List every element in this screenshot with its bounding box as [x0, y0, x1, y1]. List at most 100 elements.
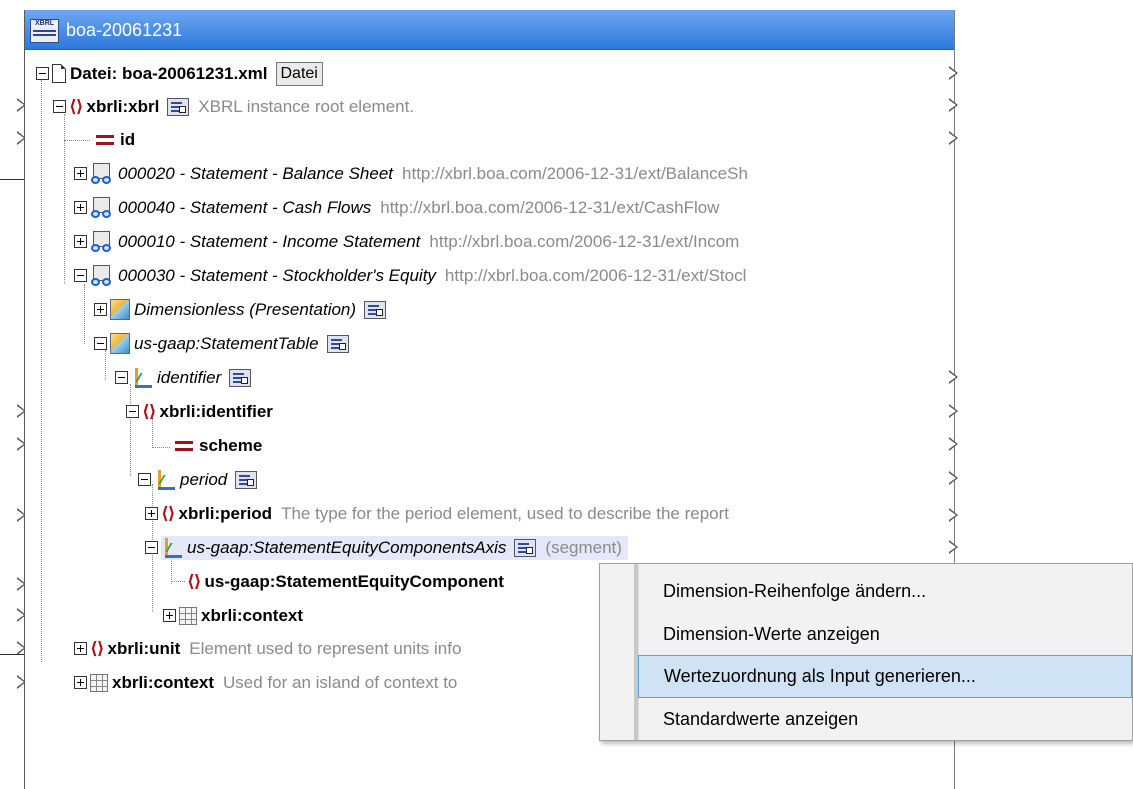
statement-url: http://xbrl.boa.com/2006-12-31/ext/Incom [429, 231, 740, 251]
output-connector[interactable] [949, 437, 958, 451]
axis-suffix: (segment) [545, 537, 622, 557]
output-connector[interactable] [949, 131, 958, 145]
properties-button[interactable] [229, 368, 252, 387]
element-icon: ⟨⟩ [161, 503, 176, 523]
output-connector[interactable] [949, 98, 958, 112]
statement-icon [90, 196, 114, 219]
tree-row-context-outer[interactable]: xbrli:context Used for an island of cont… [74, 666, 457, 699]
tree-guide [64, 140, 90, 141]
hypercube-label: Dimensionless (Presentation) [134, 299, 357, 319]
expand-toggle[interactable] [74, 167, 87, 180]
title-bar[interactable]: XBRL boa-20061231 [25, 10, 954, 50]
tree-guide [171, 581, 185, 582]
statement-url: http://xbrl.boa.com/2006-12-31/ext/Stocl [444, 265, 747, 285]
tree-row-statement[interactable]: 000010 - Statement - Income Statement ht… [74, 225, 739, 258]
expand-toggle[interactable] [74, 642, 87, 655]
statement-icon [90, 264, 114, 287]
tree-row-root[interactable]: Datei: boa-20061231.xml Datei [36, 57, 323, 90]
table-icon [90, 673, 108, 692]
hypercube-label: us-gaap:StatementTable [134, 333, 319, 353]
statement-label: 000030 - Statement - Stockholder's Equit… [118, 265, 436, 285]
axis-label: identifier [157, 367, 222, 387]
expand-toggle[interactable] [163, 609, 176, 622]
axis-icon [154, 469, 176, 491]
attribute-icon [175, 440, 193, 451]
statement-icon [90, 162, 114, 185]
hypercube-icon [110, 299, 130, 320]
element-label: xbrli:period [178, 503, 273, 523]
tree-row-dimensionless[interactable]: Dimensionless (Presentation) [94, 293, 387, 326]
output-connector[interactable] [949, 508, 958, 522]
selected-node[interactable]: us-gaap:StatementEquityComponentsAxis (s… [161, 535, 628, 560]
hypercube-icon [110, 333, 130, 354]
tree-row-equity-component[interactable]: ⟨⟩ us-gaap:StatementEquityComponent [187, 565, 504, 598]
xbrl-icon: XBRL [30, 19, 59, 43]
menu-item-change-dimension-order[interactable]: Dimension-Reihenfolge ändern... [638, 570, 1132, 613]
tree-guide [84, 284, 85, 344]
output-connector[interactable] [949, 540, 958, 554]
output-connector[interactable] [949, 370, 958, 384]
axis-icon [161, 537, 183, 559]
tree-row-period[interactable]: period [138, 463, 258, 496]
tree-row-context-inner[interactable]: xbrli:context [163, 599, 303, 632]
tree-row-xbrli-period[interactable]: ⟨⟩ xbrli:period The type for the period … [145, 497, 729, 530]
properties-button[interactable] [514, 538, 537, 557]
tree-row-scheme[interactable]: scheme [175, 429, 262, 462]
collapse-toggle[interactable] [126, 405, 139, 418]
output-connector[interactable] [949, 404, 958, 418]
output-connector[interactable] [949, 66, 958, 80]
menu-gutter [600, 564, 639, 740]
tree-row-xbrl[interactable]: ⟨⟩ xbrli:xbrl XBRL instance root element… [53, 90, 414, 123]
tree-row-axis-selected[interactable]: us-gaap:StatementEquityComponentsAxis (s… [145, 531, 628, 564]
table-icon [179, 606, 197, 625]
statement-label: 000020 - Statement - Balance Sheet [118, 163, 394, 183]
tree-row-statement[interactable]: 000040 - Statement - Cash Flows http://x… [74, 191, 719, 224]
file-icon [52, 64, 66, 83]
menu-item-generate-value-map[interactable]: Wertezuordnung als Input generieren... [638, 655, 1132, 698]
expand-toggle[interactable] [94, 303, 107, 316]
statement-icon [90, 230, 114, 253]
expand-toggle[interactable] [145, 507, 158, 520]
element-label: xbrli:context [201, 605, 304, 625]
collapse-toggle[interactable] [115, 371, 128, 384]
element-icon: ⟨⟩ [187, 571, 202, 591]
element-comment: XBRL instance root element. [198, 96, 415, 116]
mapping-line [0, 179, 24, 180]
element-label: xbrli:xbrl [86, 96, 160, 116]
tree-row-id[interactable]: id [96, 123, 135, 156]
collapse-toggle[interactable] [145, 541, 158, 554]
context-menu: Dimension-Reihenfolge ändern... Dimensio… [599, 563, 1133, 741]
tree-row-statement-table[interactable]: us-gaap:StatementTable [94, 327, 349, 360]
tree-row-statement[interactable]: 000020 - Statement - Balance Sheet http:… [74, 157, 748, 190]
tree-row-xbrli-identifier[interactable]: ⟨⟩ xbrli:identifier [126, 395, 273, 428]
menu-item-show-default-values[interactable]: Standardwerte anzeigen [638, 698, 1132, 741]
properties-button[interactable] [326, 334, 349, 353]
axis-icon [131, 367, 153, 389]
output-connector[interactable] [949, 471, 958, 485]
tree-guide [41, 80, 42, 662]
tree-row-identifier[interactable]: identifier [115, 361, 252, 394]
element-label: xbrli:context [112, 672, 215, 692]
expand-toggle[interactable] [74, 676, 87, 689]
collapse-toggle[interactable] [94, 337, 107, 350]
collapse-toggle[interactable] [74, 269, 87, 282]
expand-toggle[interactable] [74, 235, 87, 248]
properties-button[interactable] [235, 470, 258, 489]
attribute-label: scheme [199, 435, 263, 455]
file-button[interactable]: Datei [275, 61, 323, 86]
tree-row-unit[interactable]: ⟨⟩ xbrli:unit Element used to represent … [74, 632, 461, 665]
tree-row-statement[interactable]: 000030 - Statement - Stockholder's Equit… [74, 259, 746, 292]
properties-button[interactable] [167, 97, 190, 116]
collapse-toggle[interactable] [53, 100, 66, 113]
collapse-toggle[interactable] [138, 473, 151, 486]
properties-button[interactable] [364, 300, 387, 319]
statement-label: 000010 - Statement - Income Statement [118, 231, 421, 251]
expand-toggle[interactable] [74, 201, 87, 214]
element-comment: Element used to represent units info [189, 638, 462, 658]
attribute-icon [96, 134, 114, 145]
menu-item-show-dimension-values[interactable]: Dimension-Werte anzeigen [638, 613, 1132, 656]
window-title: boa-20061231 [66, 20, 183, 40]
collapse-toggle[interactable] [36, 67, 49, 80]
element-icon: ⟨⟩ [142, 401, 157, 421]
element-label: xbrli:unit [107, 638, 181, 658]
